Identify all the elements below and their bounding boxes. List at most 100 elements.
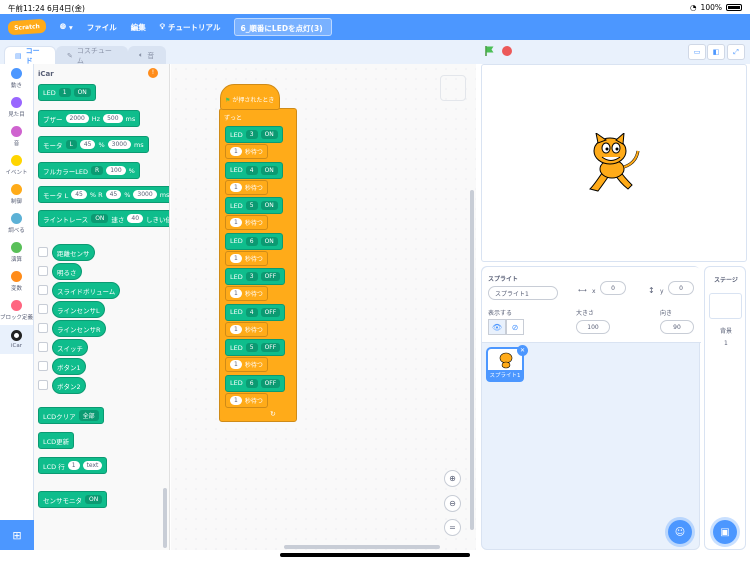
reporter-distance[interactable]: 距離センサ	[52, 244, 95, 261]
block-dropdown[interactable]: OFF	[260, 378, 281, 388]
block-input[interactable]: 40	[127, 214, 144, 223]
block-dropdown[interactable]: 5	[245, 201, 258, 210]
block-dropdown[interactable]: ON	[260, 201, 278, 210]
block-input[interactable]: 500	[103, 114, 123, 123]
block-lcd-clear[interactable]: LCDクリア 全部	[38, 407, 104, 424]
block-dropdown[interactable]: 4	[245, 307, 258, 317]
tab-sound[interactable]: 🔈︎ 音	[128, 46, 166, 64]
zoom-in-button[interactable]: ⊕	[444, 470, 461, 487]
script-wait-block[interactable]: 1 秒待つ	[225, 392, 268, 408]
block-buzzer[interactable]: ブザー 2000 Hz 500 ms	[38, 110, 141, 127]
block-input[interactable]: 3000	[133, 190, 157, 199]
reporter-checkbox[interactable]	[38, 380, 48, 390]
script-led-block[interactable]: LED 5 OFF	[225, 339, 286, 356]
block-dropdown[interactable]: OFF	[260, 307, 281, 317]
size-input[interactable]: 100	[576, 320, 610, 334]
reporter-line-sensor-r[interactable]: ラインセンサR	[52, 320, 106, 337]
block-dropdown[interactable]: ON	[73, 88, 91, 97]
reporter-checkbox[interactable]	[38, 247, 48, 257]
delete-sprite-icon[interactable]: ✕	[517, 345, 528, 356]
workspace-hscrollbar[interactable]	[284, 545, 440, 549]
block-line-trace[interactable]: ライントレース ON 速さ 40 しきい値	[38, 210, 169, 227]
small-stage-button[interactable]: ▭	[688, 44, 706, 60]
block-dropdown[interactable]: ON	[260, 236, 278, 246]
x-input[interactable]: 0	[600, 281, 626, 295]
block-dropdown[interactable]: ON	[260, 130, 278, 139]
reporter-checkbox[interactable]	[38, 361, 48, 371]
block-input[interactable]: 1	[230, 147, 242, 156]
add-backdrop-button[interactable]: ▣	[713, 520, 737, 544]
when-flag-clicked-block[interactable]: ⚑ が押されたとき	[220, 84, 280, 110]
workspace-vscrollbar[interactable]	[470, 190, 474, 530]
zoom-reset-button[interactable]: =	[444, 519, 461, 536]
reporter-brightness[interactable]: 明るさ	[52, 263, 82, 280]
stop-icon[interactable]	[502, 46, 512, 56]
tutorial-button[interactable]: 💡︎ チュートリアル	[160, 22, 221, 33]
reporter-checkbox[interactable]	[38, 266, 48, 276]
home-indicator[interactable]	[280, 553, 470, 557]
script-wait-block[interactable]: 1 秒待つ	[225, 250, 268, 266]
sprite-name-input[interactable]: スプライト1	[488, 286, 558, 300]
block-dropdown[interactable]: OFF	[260, 343, 281, 352]
block-input[interactable]: 1	[230, 324, 242, 334]
block-motor-lr[interactable]: モータ L 45% R 45% 3000 ms	[38, 186, 169, 203]
reporter-checkbox[interactable]	[38, 304, 48, 314]
category-events[interactable]: イベント	[0, 151, 33, 180]
show-visible-button[interactable]: 👁︎	[488, 319, 506, 335]
script-wait-block[interactable]: 1 秒待つ	[225, 321, 268, 337]
block-led[interactable]: LED 1 ON	[38, 84, 96, 101]
fullscreen-button[interactable]: ⤢	[727, 44, 745, 60]
block-input[interactable]: 1	[230, 360, 242, 369]
reporter-checkbox[interactable]	[38, 342, 48, 352]
block-dropdown[interactable]: 4	[245, 165, 258, 175]
block-input[interactable]: 3000	[107, 140, 131, 149]
category-motion[interactable]: 動き	[0, 64, 33, 93]
block-input[interactable]: 100	[106, 166, 126, 175]
zoom-out-button[interactable]: ⊖	[444, 495, 461, 512]
block-input[interactable]: 1	[230, 182, 242, 192]
block-input[interactable]: 45	[71, 190, 87, 199]
block-dropdown[interactable]: ON	[85, 495, 103, 504]
green-flag-icon[interactable]	[484, 45, 496, 57]
block-input[interactable]: 45	[105, 190, 122, 199]
category-variables[interactable]: 変数	[0, 267, 33, 296]
script-workspace[interactable]	[171, 64, 476, 550]
cat-sprite[interactable]	[584, 133, 642, 193]
add-sprite-button[interactable]: ☺	[668, 520, 692, 544]
stage-canvas[interactable]	[481, 64, 747, 262]
script-led-block[interactable]: LED 4 ON	[225, 161, 283, 179]
category-my-blocks[interactable]: ブロック定義	[0, 296, 33, 325]
scratch-logo[interactable]: Scratch	[7, 18, 47, 36]
script-led-block[interactable]: LED 6 OFF	[225, 374, 286, 392]
block-dropdown[interactable]: ON	[91, 214, 109, 223]
block-dropdown[interactable]: OFF	[260, 272, 281, 281]
reporter-checkbox[interactable]	[38, 323, 48, 333]
category-icar[interactable]: iCar	[0, 325, 33, 354]
category-looks[interactable]: 見た目	[0, 93, 33, 122]
y-input[interactable]: 0	[668, 281, 694, 295]
tab-code[interactable]: ▤ コード	[4, 46, 56, 65]
block-input[interactable]: 1	[67, 461, 80, 470]
block-dropdown[interactable]: L	[65, 140, 77, 149]
file-menu[interactable]: ファイル	[87, 22, 117, 33]
reporter-button1[interactable]: ボタン1	[52, 358, 86, 375]
script-wait-block[interactable]: 1 秒待つ	[225, 286, 268, 301]
block-input[interactable]: 1	[230, 253, 242, 263]
add-extension-button[interactable]: ⊞	[0, 520, 34, 550]
reporter-line-sensor-l[interactable]: ラインセンサL	[52, 301, 105, 318]
edit-menu[interactable]: 編集	[131, 22, 146, 33]
palette-scrollbar[interactable]	[163, 488, 167, 548]
block-lcd-line[interactable]: LCD 行 1 text	[38, 457, 108, 474]
script-led-block[interactable]: LED 3 ON	[225, 126, 283, 143]
project-title-input[interactable]: 6_順番にLEDを点灯(3)	[234, 18, 333, 36]
block-dropdown[interactable]: 1	[58, 88, 71, 97]
block-dropdown[interactable]: 3	[245, 272, 258, 281]
block-input[interactable]: 45	[79, 140, 96, 149]
block-motor[interactable]: モータ L 45% 3000 ms	[38, 136, 149, 153]
block-dropdown[interactable]: 3	[245, 130, 258, 139]
reporter-button2[interactable]: ボタン2	[52, 377, 86, 394]
stage-thumbnail[interactable]	[709, 293, 742, 319]
category-control[interactable]: 制御	[0, 180, 33, 209]
block-dropdown[interactable]: 全部	[78, 410, 99, 421]
script-led-block[interactable]: LED 5 ON	[225, 197, 283, 214]
